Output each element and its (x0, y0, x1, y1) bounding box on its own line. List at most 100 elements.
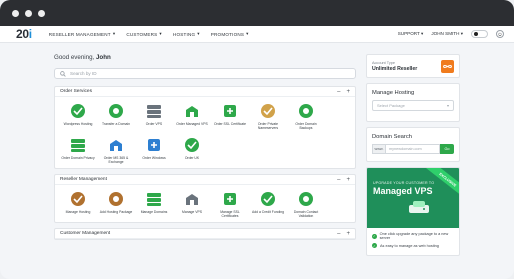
order-service-tile[interactable]: Order Domain Backups (289, 102, 323, 130)
nav-right: SUPPORT ▾ JOHN SMITH ▾ ⏻ (398, 30, 504, 38)
theme-toggle[interactable] (471, 30, 488, 38)
cloud-server-icon (409, 201, 429, 213)
window-close-dot[interactable] (12, 9, 19, 17)
tile-label: Transfer a Domain (102, 122, 130, 126)
service-icon (183, 136, 201, 154)
service-icon (145, 190, 163, 208)
service-icon (221, 190, 239, 208)
tile-label: Manage Hosting (65, 210, 91, 214)
browser-window: 20i RESELLER MANAGEMENT ▾ CUSTOMERS ▾ HOST… (0, 0, 514, 279)
reseller-management-panel: Reseller Management – + Manage Hosting Add… (54, 174, 356, 223)
service-icon (69, 102, 87, 120)
add-icon[interactable]: + (346, 177, 350, 183)
menu-customers[interactable]: CUSTOMERS ▾ (126, 31, 162, 37)
order-service-tile[interactable]: Order MS 365 & Exchange (99, 136, 133, 164)
tile-label: Order UK (184, 156, 200, 160)
service-icon (259, 102, 277, 120)
greeting: Good evening, John (54, 54, 356, 61)
reseller-action-tile[interactable]: Add a Credit Funding (251, 190, 285, 218)
bullet-text: As easy to manage as web hosting (380, 243, 439, 248)
service-icon (297, 102, 315, 120)
menu-label: PROMOTIONS (210, 31, 245, 37)
package-select[interactable]: Select Package ▾ (372, 100, 454, 111)
menu-promotions[interactable]: PROMOTIONS ▾ (211, 31, 249, 37)
order-service-tile[interactable]: Order Private Nameservers (251, 102, 285, 130)
promo-bullet: ✓ One click upgrade any package to a new … (372, 232, 454, 240)
bullet-text: One click upgrade any package to a new s… (379, 232, 449, 240)
order-services-grid: Wordpress Hosting Transfer a Domain Order … (55, 97, 355, 168)
domain-prefix: www. (372, 144, 386, 154)
tile-label: Order SSL Certificate (213, 122, 247, 126)
collapse-icon[interactable]: – (337, 89, 340, 95)
add-icon[interactable]: + (346, 231, 350, 237)
manage-hosting-card: Manage Hosting Select Package ▾ (366, 83, 460, 122)
tile-label: Add Hosting Package (99, 210, 133, 214)
reseller-action-tile[interactable]: Add Hosting Package (99, 190, 133, 218)
logout-icon[interactable]: ⏻ (496, 30, 504, 38)
greeting-name: John (95, 54, 111, 61)
managed-vps-promo[interactable]: EXCLUSIVE UPGRADE YOUR CUSTOMER TO Manag… (366, 167, 460, 256)
logo-text: 20 (16, 27, 29, 41)
window-minimize-dot[interactable] (25, 9, 32, 17)
menu-label: RESELLER MANAGEMENT (48, 31, 111, 37)
panel-header: Reseller Management – + (55, 175, 355, 185)
order-service-tile[interactable]: Order UK (175, 136, 209, 164)
service-icon (183, 102, 201, 120)
order-service-tile[interactable]: Transfer a Domain (99, 102, 133, 130)
reseller-action-tile[interactable]: Manage Hosting (61, 190, 95, 218)
service-icon (145, 136, 163, 154)
panel-header: Customer Management – + (55, 229, 355, 239)
add-icon[interactable]: + (346, 89, 350, 95)
order-service-tile[interactable]: Order Domain Privacy (61, 136, 95, 164)
service-icon (183, 190, 201, 208)
manage-hosting-title: Manage Hosting (372, 90, 415, 96)
domain-search-row: www. mynewdomain.com Go (372, 144, 454, 154)
promo-banner: EXCLUSIVE UPGRADE YOUR CUSTOMER TO Manag… (367, 168, 459, 228)
search-input[interactable]: Search by ID (54, 68, 356, 79)
panel-header: Order Services – + (55, 87, 355, 97)
user-menu[interactable]: JOHN SMITH ▾ (431, 31, 463, 37)
domain-search-title: Domain Search (372, 134, 412, 140)
menu-reseller-management[interactable]: RESELLER MANAGEMENT ▾ (49, 31, 116, 37)
domain-input[interactable]: mynewdomain.com (386, 144, 440, 154)
check-icon: ✓ (372, 233, 377, 239)
order-service-tile[interactable]: Order Windows (137, 136, 171, 164)
reseller-action-tile[interactable]: Domain Contact Validation (289, 190, 323, 218)
order-service-tile[interactable]: Order VPS (137, 102, 171, 130)
tile-label: Order Domain Privacy (61, 156, 95, 160)
reseller-management-grid: Manage Hosting Add Hosting Package Manage … (55, 185, 355, 222)
service-icon (107, 136, 125, 154)
brand-logo[interactable]: 20i (16, 27, 32, 41)
tile-label: Manage VPS (182, 210, 202, 214)
tile-label: Order Private Nameservers (257, 122, 279, 131)
reseller-action-tile[interactable]: Manage VPS (175, 190, 209, 218)
service-icon (69, 136, 87, 154)
panel-title: Reseller Management (60, 177, 107, 182)
window-maximize-dot[interactable] (38, 9, 45, 17)
panel-title: Customer Management (60, 231, 111, 236)
chevron-down-icon: ▾ (246, 31, 249, 36)
tile-label: Manage SSL Certificates (220, 210, 240, 219)
reseller-action-tile[interactable]: Manage SSL Certificates (213, 190, 247, 218)
support-menu[interactable]: SUPPORT ▾ (398, 31, 424, 37)
menu-label: HOSTING (172, 31, 196, 37)
menu-hosting[interactable]: HOSTING ▾ (173, 31, 200, 37)
account-type-label: Account Type (372, 60, 395, 65)
search-icon (60, 70, 66, 77)
order-service-tile[interactable]: Wordpress Hosting (61, 102, 95, 130)
promo-title: Managed VPS (373, 186, 433, 196)
reseller-action-tile[interactable]: Manage Domains (137, 190, 171, 218)
collapse-icon[interactable]: – (337, 231, 340, 237)
service-icon (69, 190, 87, 208)
service-icon (221, 102, 239, 120)
order-service-tile[interactable]: Order SSL Certificate (213, 102, 247, 130)
collapse-icon[interactable]: – (337, 177, 340, 183)
menu-label: CUSTOMERS (126, 31, 158, 37)
right-sidebar: Account Type Unlimited Reseller Manage H… (366, 54, 460, 256)
service-icon (107, 102, 125, 120)
main-menu: RESELLER MANAGEMENT ▾ CUSTOMERS ▾ HOSTING ▾… (49, 31, 249, 37)
select-placeholder: Select Package (377, 103, 405, 108)
domain-go-button[interactable]: Go (440, 144, 454, 154)
order-service-tile[interactable]: Order Managed VPS (175, 102, 209, 130)
customer-management-panel: Customer Management – + (54, 228, 356, 240)
